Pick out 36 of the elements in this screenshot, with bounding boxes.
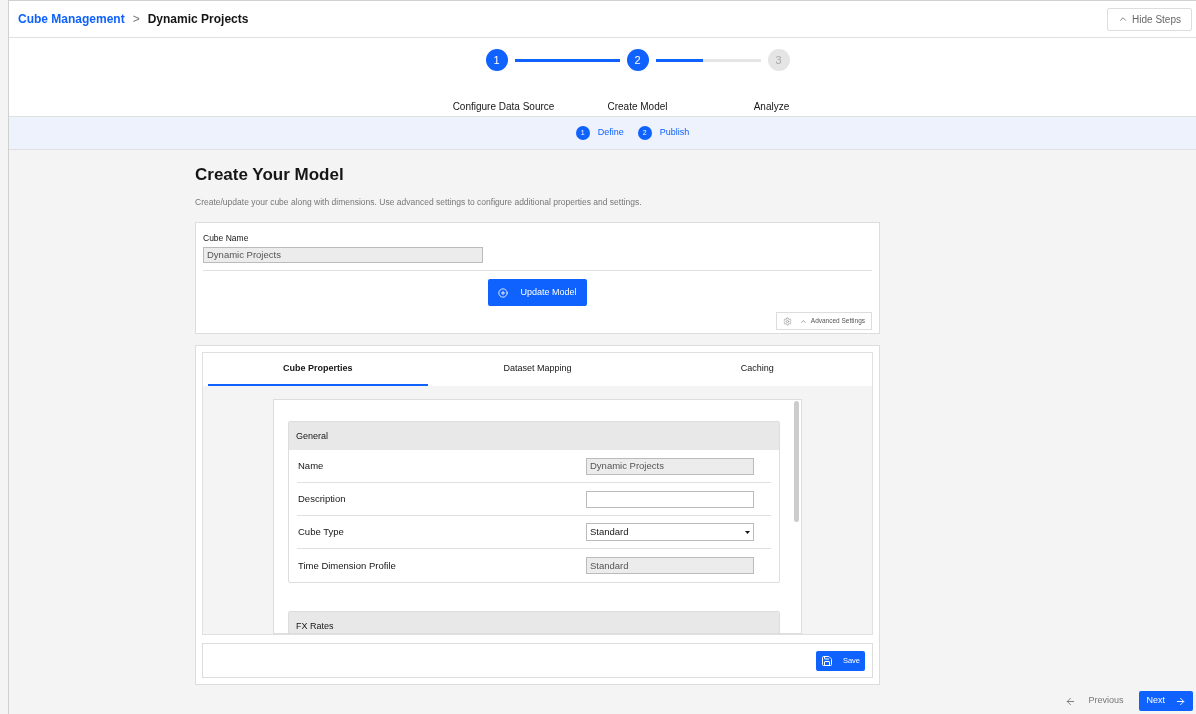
page-title: Create Your Model [195, 164, 345, 186]
breadcrumb-separator: > [132, 11, 140, 28]
breadcrumb-current: Dynamic Projects [147, 11, 249, 28]
section-header: General [289, 422, 779, 451]
next-button[interactable]: Next [1139, 691, 1193, 711]
field-label: Description [297, 492, 346, 507]
text-field[interactable] [586, 490, 754, 508]
arrow-left-icon [1065, 695, 1077, 707]
substep-label[interactable]: Publish [659, 126, 690, 140]
dropdown-field[interactable]: Standard [586, 523, 754, 542]
step-label: Configure Data Source [452, 100, 555, 114]
section-header: FX Rates [289, 612, 779, 634]
arrow-right-icon [1175, 695, 1186, 707]
tab[interactable]: Cube Properties [208, 353, 428, 387]
hide-steps-button[interactable]: Hide Steps [1107, 7, 1192, 31]
update-model-button[interactable]: Update Model [488, 279, 587, 306]
substep-label[interactable]: Define [597, 126, 624, 140]
field-label: Name [297, 459, 324, 474]
tab[interactable]: Caching [647, 353, 867, 387]
tab[interactable]: Dataset Mapping [427, 353, 648, 387]
chevron-up-icon [1118, 14, 1129, 24]
gear-icon [782, 316, 792, 326]
save-icon [820, 654, 833, 667]
page-subtitle: Create/update your cube along with dimensions. Use advanced settings to configure additional properties and settings. [195, 195, 643, 209]
field-label: Cube Name [203, 232, 250, 245]
plus-circle-icon [498, 287, 509, 298]
scrollbar-icon [794, 401, 799, 523]
dropdown-value: Standard [590, 525, 629, 540]
step-label: Analyze [753, 100, 790, 114]
field-label: Cube Type [297, 525, 344, 540]
caret-icon [745, 530, 750, 534]
previous-button[interactable]: Previous [1065, 694, 1124, 708]
breadcrumb-link[interactable]: Cube Management [18, 10, 125, 28]
step-label: Create Model [607, 100, 668, 114]
chevron-up-icon [799, 317, 807, 325]
field-label: Time Dimension Profile [297, 558, 396, 573]
